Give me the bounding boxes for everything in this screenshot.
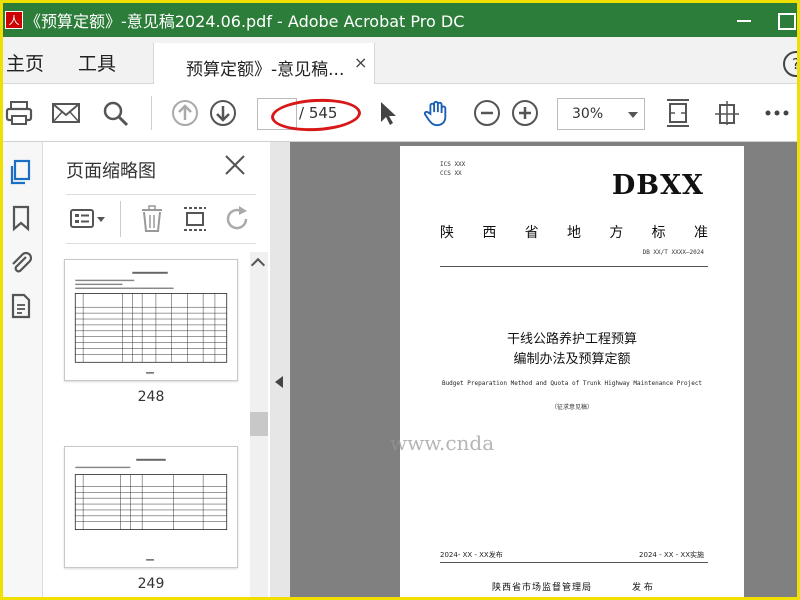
tab-home[interactable]: 主页 (6, 49, 44, 76)
app-window: 人 《预算定额》-意见稿2024.06.pdf - Adobe Acrobat … (3, 3, 797, 597)
standard-char: 地 (566, 225, 581, 241)
issue-word: 发 布 (632, 583, 653, 593)
divider (440, 562, 708, 563)
toolbar-separator (151, 96, 152, 130)
acrobat-app-icon: 人 (5, 11, 23, 29)
title-bar: 人 《预算定额》-意见稿2024.06.pdf - Adobe Acrobat … (3, 3, 797, 37)
standard-char: 西 (482, 225, 497, 241)
hand-tool-icon[interactable] (421, 99, 451, 127)
standard-char: 准 (693, 225, 708, 241)
panel-title: 页面缩略图 (66, 161, 156, 182)
rotate-view-icon[interactable] (713, 99, 741, 127)
panel-toolbar (66, 194, 256, 244)
thumbnail-label: 248 (137, 389, 165, 405)
thumbnail-list: 248 249 (44, 252, 249, 597)
thumbnail-panel: 页面缩略图 248 249 (44, 142, 270, 597)
attachment-icon[interactable] (7, 248, 35, 276)
thumbnail-scrollbar[interactable] (250, 252, 268, 597)
bookmark-icon[interactable] (7, 204, 35, 232)
collapse-panel-strip[interactable] (270, 142, 290, 597)
doc-title-line1: 干线公路养护工程预算 (506, 332, 637, 347)
fit-page-icon[interactable] (665, 96, 691, 130)
select-cursor-icon[interactable] (377, 99, 399, 127)
standard-char: 省 (524, 225, 539, 241)
tab-document-label: 预算定额》-意见稿... (186, 60, 345, 80)
minimize-icon[interactable] (730, 9, 758, 31)
tab-close-icon[interactable]: × (354, 53, 367, 72)
print-icon[interactable] (5, 99, 33, 127)
window-title: 《预算定额》-意见稿2024.06.pdf - Adobe Acrobat Pr… (25, 12, 465, 31)
previous-page-icon[interactable] (171, 99, 199, 127)
divider (440, 266, 708, 267)
maximize-icon[interactable] (773, 9, 797, 31)
thumbnail-page[interactable] (64, 446, 238, 568)
help-icon[interactable]: ? (783, 51, 797, 77)
tab-bar: 主页 工具 预算定额》-意见稿... × ? (3, 37, 797, 85)
zoom-dropdown[interactable]: 30% (557, 98, 645, 130)
close-icon[interactable] (224, 154, 246, 176)
ics-line: ICS XXX (440, 161, 466, 168)
pdf-page: ICS XXX CCS XX DBXX 陕 西 省 地 方 标 准 DB XX/… (400, 146, 744, 597)
zoom-out-icon[interactable] (473, 99, 501, 127)
standard-char: 陕 (440, 225, 454, 241)
standard-char: 方 (609, 225, 624, 241)
thumbnail-page[interactable] (64, 259, 238, 381)
scrollbar-thumb[interactable] (250, 412, 268, 436)
ccs-line: CCS XX (440, 170, 462, 177)
delete-icon[interactable] (140, 205, 164, 233)
scroll-up-icon[interactable] (250, 257, 266, 273)
ics-code: ICS XXX CCS XX (440, 160, 465, 178)
standard-number: DB XX/T XXXX—2024 (642, 249, 704, 256)
chevron-down-icon (628, 112, 638, 118)
next-page-icon[interactable] (209, 99, 237, 127)
tab-tools[interactable]: 工具 (78, 49, 116, 76)
more-options-icon[interactable] (763, 99, 791, 127)
standard-char: 标 (651, 225, 666, 241)
doc-title-line2: 编制办法及预算定额 (513, 352, 631, 367)
page-thumbnails-icon[interactable] (7, 158, 35, 186)
document-viewport[interactable]: ICS XXX CCS XX DBXX 陕 西 省 地 方 标 准 DB XX/… (270, 142, 797, 597)
implement-date: 2024 - XX - XX实施 (639, 551, 704, 559)
document-properties-icon[interactable] (7, 292, 35, 320)
insert-page-icon[interactable] (182, 205, 208, 233)
left-rail (3, 142, 43, 597)
tab-document[interactable]: 预算定额》-意见稿... × (153, 43, 375, 85)
thumbnail-label: 249 (137, 576, 165, 592)
rotate-icon[interactable] (224, 205, 252, 233)
english-title: Budget Preparation Method and Quota of T… (441, 380, 703, 387)
search-icon[interactable] (101, 99, 129, 127)
draft-label: （征求意见稿） (550, 404, 593, 411)
thumbnail-options-icon[interactable] (70, 207, 106, 231)
zoom-value: 30% (572, 106, 604, 122)
panel-separator (120, 201, 121, 237)
issue-date: 2024- XX - XX发布 (440, 551, 503, 559)
email-icon[interactable] (51, 99, 81, 127)
chevron-left-icon (275, 376, 283, 388)
standard-heading: 陕 西 省 地 方 标 准 (440, 222, 708, 242)
standard-code: DBXX (611, 170, 704, 201)
zoom-in-icon[interactable] (511, 99, 539, 127)
site-watermark: www.cnda (390, 431, 495, 455)
toolbar: / 545 30% (3, 84, 797, 142)
issuer: 陕西省市场监督管理局 (492, 583, 593, 593)
